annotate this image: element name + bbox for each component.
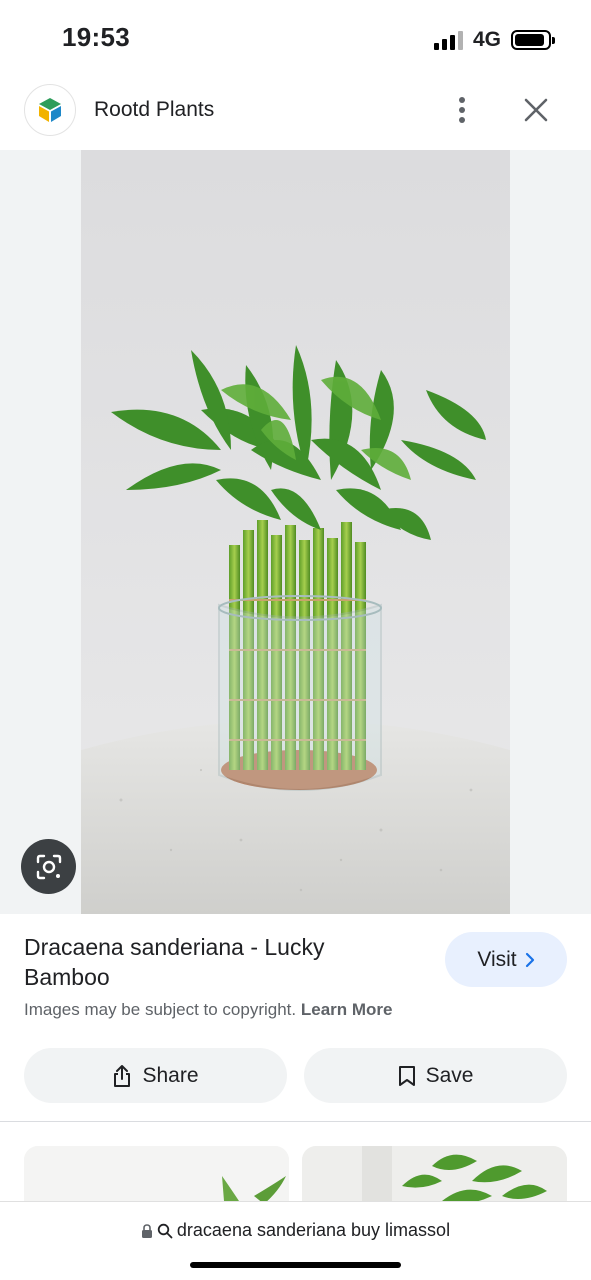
battery-icon (511, 30, 555, 50)
visit-label: Visit (477, 947, 517, 971)
status-bar: 19:53 4G (0, 0, 591, 78)
google-lens-icon[interactable] (21, 839, 76, 894)
share-icon (114, 1064, 131, 1087)
signal-icon (433, 30, 463, 50)
bookmark-icon (398, 1065, 415, 1086)
result-title[interactable]: Dracaena sanderiana - Lucky Bamboo (24, 932, 404, 992)
share-label: Share (142, 1063, 199, 1087)
related-images (0, 1146, 591, 1206)
search-query: dracaena sanderiana buy limassol (176, 1220, 451, 1240)
lock-icon (141, 1223, 152, 1238)
page-header: Rootd Plants (0, 78, 591, 150)
copyright-text: Images may be subject to copyright. (24, 1000, 297, 1019)
save-label: Save (425, 1063, 474, 1087)
status-indicators: 4G (433, 28, 555, 52)
search-icon (157, 1223, 173, 1238)
home-indicator[interactable] (190, 1262, 401, 1268)
section-divider (0, 1121, 591, 1122)
battery-level-fill (515, 34, 544, 46)
related-image-card[interactable] (24, 1146, 289, 1206)
search-query-row[interactable]: dracaena sanderiana buy limassol (0, 1220, 591, 1241)
learn-more-link[interactable]: Learn More (301, 1000, 393, 1019)
visit-button[interactable]: Visit (445, 932, 567, 987)
more-vert-icon[interactable] (448, 90, 476, 130)
related-image-card[interactable] (302, 1146, 567, 1206)
site-logo-icon[interactable] (24, 84, 76, 136)
image-preview (0, 150, 591, 914)
product-image[interactable] (81, 150, 510, 914)
copyright-notice: Images may be subject to copyright. Lear… (24, 1000, 393, 1020)
status-time: 19:53 (62, 22, 130, 52)
network-type: 4G (472, 28, 501, 51)
share-button[interactable]: Share (24, 1048, 287, 1103)
save-button[interactable]: Save (304, 1048, 567, 1103)
chevron-right-icon (525, 952, 534, 967)
site-name[interactable]: Rootd Plants (94, 98, 214, 122)
url-bar: dracaena sanderiana buy limassol (0, 1201, 591, 1280)
close-icon[interactable] (518, 92, 554, 128)
